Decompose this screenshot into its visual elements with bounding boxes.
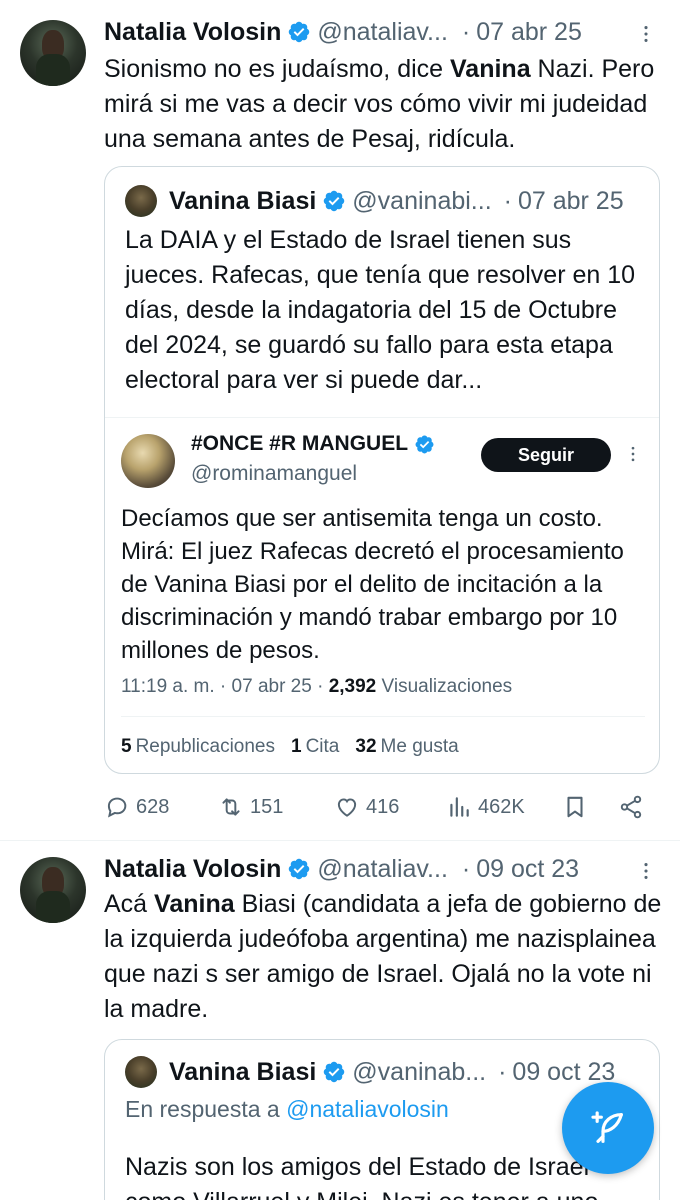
embedded-tweet-meta: 11:19 a. m. · 07 abr 25 · 2,392 Visualiz… bbox=[121, 676, 512, 698]
retweet-icon bbox=[222, 798, 240, 816]
quoted-tweet-header: Vanina Biasi @vaninabi... · 07 abr 25 bbox=[125, 183, 643, 219]
author-avatar[interactable] bbox=[20, 857, 86, 923]
embedded-author-name-row: #ONCE #R MANGUEL bbox=[191, 432, 441, 456]
tweet-text: Acá Vanina Biasi (candidata a jefa de go… bbox=[104, 887, 664, 1027]
divider bbox=[121, 716, 645, 717]
retweet-button[interactable]: 151 bbox=[218, 789, 283, 825]
author-name[interactable]: Natalia Volosin bbox=[104, 18, 281, 47]
tweet-text-part: Sionismo no es judaísmo, dice bbox=[104, 55, 451, 83]
quoted-tweet-date: 07 abr 25 bbox=[517, 186, 624, 215]
tweet-text-part: Acá bbox=[104, 890, 155, 918]
in-reply-to: En respuesta a @nataliavolosin bbox=[125, 1096, 449, 1123]
compose-feather-icon bbox=[591, 1111, 623, 1143]
tweet-action-bar: 628 151 416 462K bbox=[104, 789, 650, 825]
quoted-author-handle: @vaninabi... bbox=[352, 186, 492, 215]
tweet-date[interactable]: 07 abr 25 bbox=[476, 18, 582, 47]
author-handle[interactable]: @nataliav... bbox=[317, 855, 448, 884]
quoted-tweet-text: La DAIA y el Estado de Israel tienen sus… bbox=[125, 226, 636, 394]
share-button[interactable] bbox=[618, 789, 644, 825]
follow-button[interactable]: Seguir bbox=[481, 438, 611, 472]
views-label: Visualizaciones bbox=[376, 676, 513, 697]
embedded-author-avatar[interactable] bbox=[121, 434, 175, 488]
quotes-count: 1 bbox=[291, 736, 302, 757]
like-count: 416 bbox=[366, 795, 400, 818]
embedded-tweet-card[interactable]: #ONCE #R MANGUEL @rominamanguel Seguir D… bbox=[105, 417, 659, 773]
views-button[interactable]: 462K bbox=[446, 789, 525, 825]
reposts-stat[interactable]: 5 Republicaciones bbox=[121, 736, 275, 758]
verified-badge-icon bbox=[287, 857, 311, 881]
reply-icon bbox=[107, 797, 127, 818]
reposts-label: Republicaciones bbox=[135, 736, 275, 757]
quoted-author-handle: @vaninab... bbox=[352, 1057, 487, 1086]
separator-dot: · bbox=[461, 17, 471, 46]
author-avatar[interactable] bbox=[20, 20, 86, 86]
quoted-tweet[interactable]: Vanina Biasi @vaninabi... · 07 abr 25 La… bbox=[104, 166, 660, 774]
tweet-text-highlight: Vanina bbox=[450, 55, 531, 83]
separator-dot: · bbox=[503, 186, 512, 215]
tweet-header: Natalia Volosin @nataliav... · 07 abr 25 bbox=[104, 14, 660, 50]
quoted-tweet-header: Vanina Biasi @vaninab... · 09 oct 23 bbox=[125, 1054, 643, 1090]
embedded-tweet-text: Decíamos que ser antisemita tenga un cos… bbox=[121, 505, 624, 664]
more-dots-icon[interactable] bbox=[634, 859, 658, 883]
more-dots-icon[interactable] bbox=[634, 22, 658, 46]
quoted-author-avatar bbox=[125, 185, 157, 217]
in-reply-prefix: En respuesta a bbox=[125, 1096, 287, 1122]
embedded-author-name[interactable]: #ONCE #R MANGUEL bbox=[191, 432, 408, 456]
quotes-label: Cita bbox=[305, 736, 340, 757]
quoted-author-name: Vanina Biasi bbox=[169, 186, 317, 215]
views-bar-icon bbox=[450, 797, 469, 817]
like-button[interactable]: 416 bbox=[334, 789, 399, 825]
reply-count: 628 bbox=[136, 795, 170, 818]
retweet-count: 151 bbox=[250, 795, 284, 818]
quoted-author-name: Vanina Biasi bbox=[169, 1057, 317, 1086]
separator-dot: · bbox=[461, 854, 471, 883]
views-count: 2,392 bbox=[328, 676, 377, 697]
tweet-1[interactable]: Natalia Volosin @nataliav... · 07 abr 25… bbox=[0, 0, 680, 840]
likes-label: Me gusta bbox=[380, 736, 459, 757]
quoted-author-avatar bbox=[125, 1056, 157, 1088]
compose-button[interactable] bbox=[562, 1082, 654, 1174]
tweet-header: Natalia Volosin @nataliav... · 09 oct 23 bbox=[104, 851, 660, 887]
heart-icon bbox=[337, 798, 357, 817]
reposts-count: 5 bbox=[121, 736, 132, 757]
bookmark-icon bbox=[567, 796, 583, 818]
author-handle[interactable]: @nataliav... bbox=[317, 18, 448, 47]
likes-stat[interactable]: 32 Me gusta bbox=[355, 736, 458, 758]
author-name[interactable]: Natalia Volosin bbox=[104, 855, 281, 884]
views-count-action: 462K bbox=[478, 795, 525, 818]
quoted-tweet-text: Nazis son los amigos del Estado de Israe… bbox=[125, 1153, 598, 1200]
separator-dot: · bbox=[498, 1057, 507, 1086]
verified-badge-icon bbox=[287, 20, 311, 44]
share-icon bbox=[620, 795, 642, 819]
reply-button[interactable]: 628 bbox=[104, 789, 169, 825]
verified-badge-icon bbox=[322, 189, 346, 213]
quotes-stat[interactable]: 1 Cita bbox=[291, 736, 339, 758]
more-dots-icon[interactable] bbox=[621, 442, 645, 466]
tweet-date[interactable]: 09 oct 23 bbox=[476, 855, 579, 884]
tweet-text: Sionismo no es judaísmo, dice Vanina Naz… bbox=[104, 52, 664, 157]
likes-count: 32 bbox=[355, 736, 377, 757]
verified-badge-icon bbox=[322, 1060, 346, 1084]
bookmark-button[interactable] bbox=[562, 789, 588, 825]
embedded-author-handle[interactable]: @rominamanguel bbox=[191, 462, 357, 486]
embedded-tweet-stats: 5 Republicaciones 1 Cita 32 Me gusta bbox=[121, 736, 459, 758]
embedded-tweet-time[interactable]: 11:19 a. m. · 07 abr 25 · bbox=[121, 676, 329, 697]
in-reply-handle-link[interactable]: @nataliavolosin bbox=[286, 1096, 449, 1122]
tweet-text-highlight: Vanina bbox=[154, 890, 235, 918]
verified-badge-icon bbox=[414, 434, 435, 455]
